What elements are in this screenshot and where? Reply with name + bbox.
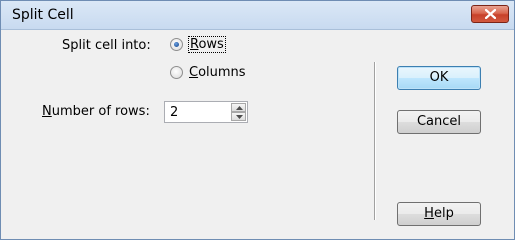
radio-columns[interactable]: Columns bbox=[170, 65, 246, 80]
stepper-buttons bbox=[231, 103, 246, 121]
ok-button[interactable]: OK bbox=[397, 66, 481, 90]
dialog-title: Split Cell bbox=[12, 7, 74, 23]
radio-rows[interactable]: Rows bbox=[170, 36, 226, 53]
number-of-rows-label: Number of rows: bbox=[42, 104, 150, 119]
close-button[interactable] bbox=[471, 5, 509, 23]
number-of-rows-stepper[interactable] bbox=[164, 101, 248, 123]
split-cell-into-label: Split cell into: bbox=[62, 38, 151, 53]
arrow-up-icon bbox=[236, 106, 243, 110]
number-of-rows-input[interactable] bbox=[170, 104, 230, 120]
stepper-up-button[interactable] bbox=[231, 103, 246, 112]
dialog-body: Split cell into: Rows Columns Number of … bbox=[2, 30, 513, 238]
radio-rows-label: Rows bbox=[188, 36, 226, 53]
radio-columns-button[interactable] bbox=[170, 66, 183, 79]
stepper-down-button[interactable] bbox=[231, 112, 246, 121]
title-bar[interactable]: Split Cell bbox=[1, 1, 514, 30]
help-button[interactable]: Help bbox=[397, 202, 481, 226]
radio-columns-label: Columns bbox=[189, 65, 246, 80]
radio-rows-button[interactable] bbox=[170, 38, 183, 51]
split-cell-dialog: Split Cell Split cell into: Rows Columns… bbox=[0, 0, 515, 240]
vertical-divider bbox=[374, 62, 376, 220]
arrow-down-icon bbox=[236, 115, 243, 119]
close-icon bbox=[485, 9, 496, 19]
cancel-button[interactable]: Cancel bbox=[397, 110, 481, 134]
